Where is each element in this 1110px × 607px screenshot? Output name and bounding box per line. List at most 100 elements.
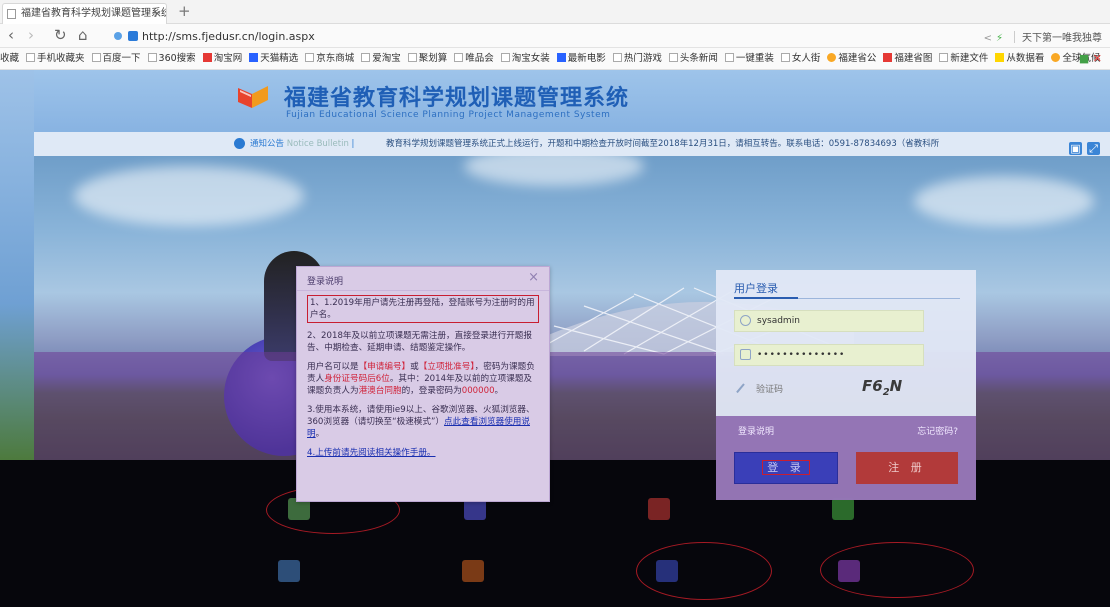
- dialog-close-icon[interactable]: ×: [528, 270, 539, 285]
- user-icon: [740, 315, 751, 326]
- bookmark-item[interactable]: 收藏: [0, 48, 20, 69]
- home-icon[interactable]: ⌂: [78, 26, 88, 44]
- address-bar: ‹ › ↻ ⌂ http://sms.fjedusr.cn/login.aspx…: [0, 24, 1110, 48]
- share-nodes-icon[interactable]: [462, 560, 484, 582]
- bookmarks-more-icon[interactable]: »: [1010, 48, 1016, 69]
- bookmark-favicon-icon: [612, 53, 622, 62]
- notice-expand-icon[interactable]: ▣: [1069, 142, 1082, 155]
- login-help-link[interactable]: 登录说明: [738, 424, 774, 437]
- bookmark-label: 一键重装: [735, 53, 774, 64]
- bookmark-label: 收藏: [0, 53, 20, 64]
- bookmark-favicon-icon: [939, 53, 949, 62]
- bookmark-favicon-icon: [26, 53, 36, 62]
- bookmark-item[interactable]: 淘宝网: [202, 48, 243, 69]
- password-input[interactable]: ••••••••••••••: [734, 344, 924, 366]
- page-left-edge: [0, 70, 34, 460]
- bookmark-label: 福建省图: [894, 53, 933, 64]
- bookmark-item[interactable]: 最新电影: [556, 48, 606, 69]
- username-input[interactable]: sysadmin: [734, 310, 924, 332]
- check-icon[interactable]: [832, 498, 854, 520]
- share-icon[interactable]: <: [984, 33, 992, 44]
- bookmark-item[interactable]: 手机收藏夹: [26, 48, 85, 69]
- reload-icon[interactable]: ↻: [54, 26, 67, 44]
- bookmark-favicon-icon: [361, 53, 371, 62]
- bookmark-item[interactable]: 福建省公: [827, 48, 876, 69]
- browser-tab-bar: 福建省教育科学规划课题管理系统 × +: [0, 0, 1110, 24]
- site-header: 福建省教育科学规划课题管理系统 Fujian Educational Scien…: [34, 70, 1110, 132]
- captcha-image[interactable]: F62N: [862, 377, 902, 398]
- bookmark-item[interactable]: 爱淘宝: [361, 48, 401, 69]
- back-icon[interactable]: ‹: [8, 26, 14, 44]
- bookmark-item[interactable]: 热门游戏: [612, 48, 662, 69]
- bookmark-label: 360搜索: [158, 53, 196, 64]
- bookmark-label: 最新电影: [567, 53, 606, 64]
- bookmark-favicon-icon: [780, 53, 790, 62]
- calendar-icon[interactable]: [648, 498, 670, 520]
- bookmark-list: 收藏 手机收藏夹 百度一下 360搜索 淘宝网 天猫精选 京东商城 爱淘宝 聚划算 唯品会 淘宝女装…: [0, 48, 1107, 69]
- bookmark-favicon-icon: [249, 53, 259, 62]
- captcha-input[interactable]: 验证码: [734, 380, 844, 402]
- bookmark-favicon-icon: [724, 53, 734, 62]
- url-field[interactable]: http://sms.fjedusr.cn/login.aspx: [108, 28, 888, 45]
- page-content: 福建省教育科学规划课题管理系统 Fujian Educational Scien…: [0, 70, 1110, 607]
- login-button[interactable]: 登 录: [734, 452, 838, 484]
- search-suggestion[interactable]: 天下第一唯我独尊: [1022, 33, 1102, 44]
- browser-tab[interactable]: 福建省教育科学规划课题管理系统 ×: [2, 3, 167, 24]
- bookmark-item[interactable]: 女人街: [780, 48, 820, 69]
- notice-fullscreen-icon[interactable]: ⤢: [1087, 142, 1100, 155]
- bookmark-item[interactable]: 一键重装: [724, 48, 774, 69]
- bookmark-item[interactable]: 天猫精选: [249, 48, 299, 69]
- manual-link[interactable]: 4.上传前请先阅读相关操作手册。: [307, 448, 436, 458]
- bookmark-item[interactable]: 聚划算: [407, 48, 447, 69]
- dialog-header: 登录说明 ×: [297, 267, 549, 291]
- bookmark-item[interactable]: 唯品会: [454, 48, 494, 69]
- bookmarks-bar: 收藏 手机收藏夹 百度一下 360搜索 淘宝网 天猫精选 京东商城 爱淘宝 聚划算 唯品会 淘宝女装…: [0, 48, 1110, 70]
- username-value: sysadmin: [757, 316, 800, 326]
- ie-mode-icon[interactable]: [128, 31, 138, 41]
- bookmark-item[interactable]: 头条新闻: [668, 48, 718, 69]
- bookmark-favicon-icon: [827, 53, 837, 62]
- login-actions: 登录说明 忘记密码? 登 录 注 册: [716, 416, 976, 500]
- bookmark-label: 新建文件: [950, 53, 989, 64]
- bookmark-item[interactable]: 淘宝女装: [500, 48, 550, 69]
- tab-close-icon[interactable]: ×: [153, 4, 162, 23]
- new-tab-button[interactable]: +: [178, 2, 191, 20]
- bookmark-label: 天猫精选: [260, 53, 299, 64]
- bookmark-favicon-icon: [556, 53, 566, 62]
- bookmark-label: 淘宝网: [213, 53, 243, 64]
- notice-label: 通知公告 Notice Bulletin |: [250, 139, 355, 149]
- register-button[interactable]: 注 册: [856, 452, 958, 484]
- bookmark-label: 热门游戏: [623, 53, 662, 64]
- bookmark-item[interactable]: 从数据看: [995, 48, 1044, 69]
- bookmark-favicon-icon: [883, 53, 893, 62]
- notice-bar: 通知公告 Notice Bulletin | 教育科学规划课题管理系统正式上线运…: [34, 132, 1110, 156]
- bookmark-favicon-icon: [407, 53, 417, 62]
- site-title: 福建省教育科学规划课题管理系统: [284, 86, 630, 111]
- extension-icon[interactable]: ■: [1079, 52, 1089, 65]
- bookmark-item[interactable]: 360搜索: [147, 48, 196, 69]
- bookmark-item[interactable]: 新建文件: [939, 48, 989, 69]
- forward-icon[interactable]: ›: [28, 26, 34, 44]
- bookmark-favicon-icon: [454, 53, 464, 62]
- bookmark-label: 头条新闻: [679, 53, 718, 64]
- password-value: ••••••••••••••: [757, 350, 846, 360]
- bookmark-label: 唯品会: [465, 53, 494, 64]
- document-icon[interactable]: [278, 560, 300, 582]
- bookmark-favicon-icon: [995, 53, 1005, 62]
- extension-close-icon[interactable]: ✕: [1093, 52, 1102, 65]
- security-icon: [114, 32, 122, 40]
- bookmark-item[interactable]: 福建省图: [883, 48, 933, 69]
- bookmark-label: 京东商城: [316, 53, 355, 64]
- annotation-circle: [636, 542, 772, 600]
- instruction-2: 2、2018年及以前立项课题无需注册，直接登录进行开题报告、中期检查、延期申请、…: [307, 331, 532, 353]
- instruction-1: 1、1.2019年用户请先注册再登陆，登陆账号为注册时的用户名。: [307, 295, 539, 323]
- login-title-underline: [734, 297, 960, 299]
- forgot-password-link[interactable]: 忘记密码?: [917, 424, 958, 437]
- bookmark-favicon-icon: [500, 53, 510, 62]
- bookmark-item[interactable]: 京东商城: [305, 48, 355, 69]
- speed-icon[interactable]: ⚡: [996, 33, 1003, 44]
- book-logo-icon: [238, 86, 268, 108]
- bookmark-label: 百度一下: [102, 53, 141, 64]
- bookmark-item[interactable]: 百度一下: [91, 48, 141, 69]
- bookmark-favicon-icon: [305, 53, 315, 62]
